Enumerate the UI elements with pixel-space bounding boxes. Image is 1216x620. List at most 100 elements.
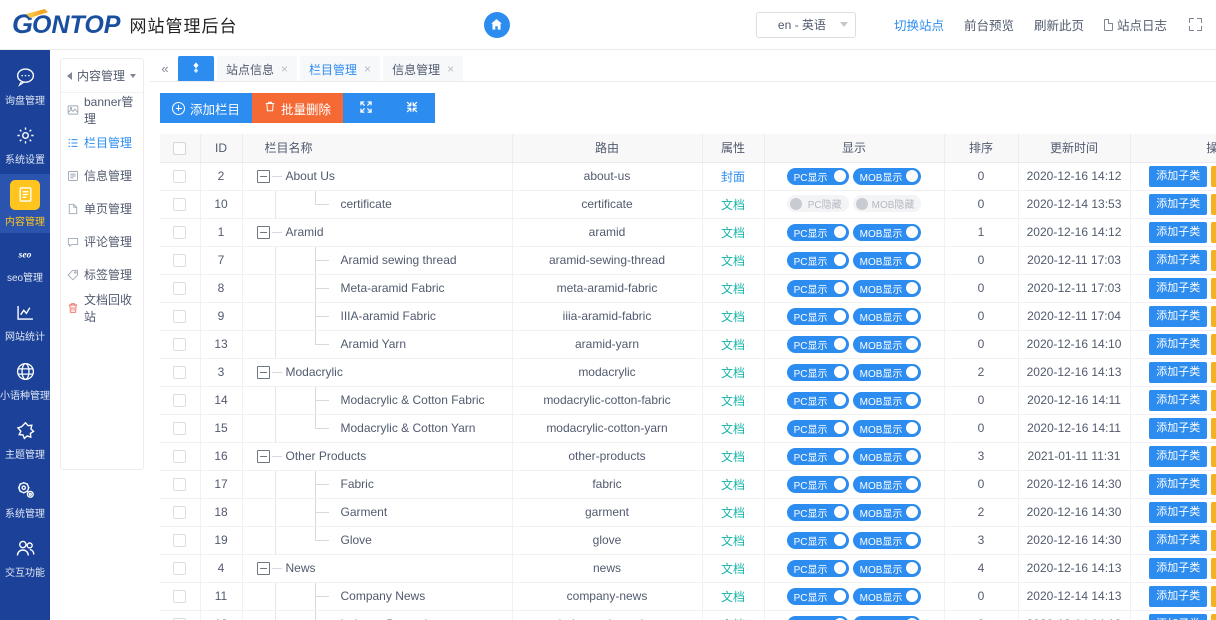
table-row[interactable]: 18 Garment garment 文档 PC显示 MOB显示 2 2020-12-16 1… [160,498,1216,527]
table-row[interactable]: 12Industry Dynamicsindustry-dynamics文档PC… [160,610,1216,620]
row-attribute[interactable]: 文档 [702,246,765,275]
row-sort[interactable]: 2 [944,358,1019,387]
add-child-button[interactable]: 添加子类 [1149,333,1208,355]
mob-display-toggle[interactable]: MOB显示 [852,251,922,269]
edit-button[interactable]: 编辑 [1211,305,1216,327]
row-checkbox[interactable] [173,310,187,324]
subnav-item-banner[interactable]: banner管理 [61,93,143,126]
collapse-left-icon[interactable]: « [155,54,175,82]
add-child-button[interactable]: 添加子类 [1149,165,1208,187]
row-expand-toggle[interactable] [256,449,270,463]
batch-delete-button[interactable]: 批量删除 [252,93,344,123]
edit-button[interactable]: 编辑 [1211,529,1216,551]
pc-display-toggle[interactable]: PC显示 [786,475,849,493]
tab-info-management[interactable]: 信息管理 × [383,56,464,82]
table-row[interactable]: 14 Modacrylic & Cotton Fabric modacrylic-c… [160,386,1216,415]
edit-button[interactable]: 编辑 [1211,585,1216,607]
preview-link[interactable]: 前台预览 [964,15,1014,34]
row-sort[interactable]: 3 [944,526,1019,555]
row-checkbox[interactable] [173,282,187,296]
refresh-link[interactable]: 刷新此页 [1034,15,1084,34]
sidebar-item-interaction[interactable]: 交互功能 [0,528,50,587]
subnav-item-comment[interactable]: 评论管理 [61,225,143,258]
row-attribute[interactable]: 文档 [702,554,765,583]
row-attribute[interactable]: 文档 [702,218,765,247]
pc-display-toggle[interactable]: PC显示 [786,223,849,241]
row-checkbox[interactable] [173,450,187,464]
mob-display-toggle[interactable]: MOB显示 [852,223,922,241]
row-checkbox[interactable] [173,590,187,604]
sidebar-item-languages[interactable]: 小语种管理 [0,351,50,410]
edit-button[interactable]: 编辑 [1211,417,1216,439]
row-attribute[interactable]: 文档 [702,610,765,620]
pc-display-toggle[interactable]: PC显示 [786,391,849,409]
row-attribute[interactable]: 文档 [702,526,765,555]
header-id[interactable]: ID [200,134,243,163]
pc-display-toggle[interactable]: PC显示 [786,363,849,381]
row-sort[interactable]: 0 [944,246,1019,275]
row-attribute[interactable]: 封面 [702,162,765,191]
mob-display-toggle[interactable]: MOB显示 [852,279,922,297]
table-row[interactable]: 7 Aramid sewing thread aramid-sewing-threa… [160,246,1216,275]
row-sort[interactable]: 0 [944,610,1019,620]
mob-display-toggle[interactable]: MOB显示 [852,447,922,465]
sidebar-item-seo[interactable]: seo seo管理 [0,233,50,292]
mob-display-toggle[interactable]: MOB显示 [852,391,922,409]
table-row[interactable]: 13 Aramid Yarn aramid-yarn 文档 PC显示 MOB显示 0 2020… [160,330,1216,359]
edit-button[interactable]: 编辑 [1211,193,1216,215]
tab-home[interactable] [178,56,214,82]
row-attribute[interactable]: 文档 [702,358,765,387]
row-checkbox[interactable] [173,366,187,380]
row-sort[interactable]: 2 [944,498,1019,527]
mob-display-toggle[interactable]: MOB显示 [852,503,922,521]
logo[interactable]: G ONTOP 网站管理后台 [0,0,237,50]
subnav-item-tag[interactable]: 标签管理 [61,258,143,291]
table-row[interactable]: 10 certificate certificate 文档 PC隐藏 MOB隐藏 0 2020… [160,190,1216,219]
pc-display-toggle[interactable]: PC显示 [786,531,849,549]
header-sort[interactable]: 排序 [944,134,1019,163]
language-select[interactable]: en - 英语 [755,11,856,38]
row-checkbox[interactable] [173,198,187,212]
tab-column-management[interactable]: 栏目管理 × [300,56,381,82]
sidebar-item-inquiry[interactable]: 询盘管理 [0,56,50,115]
row-attribute[interactable]: 文档 [702,274,765,303]
mob-display-toggle[interactable]: MOB显示 [852,531,922,549]
pc-display-toggle[interactable]: PC显示 [786,419,849,437]
mob-display-toggle[interactable]: MOB显示 [852,167,922,185]
tab-site-info[interactable]: 站点信息 × [217,56,298,82]
fullscreen-icon[interactable] [1189,18,1202,31]
table-row[interactable]: 19 Glove glove 文档 PC显示 MOB显示 3 2020-12-16 14:30… [160,526,1216,555]
edit-button[interactable]: 编辑 [1211,249,1216,271]
edit-button[interactable]: 编辑 [1211,501,1216,523]
table-row[interactable]: 2 About Us about-us 封面 PC显示 MOB显示 0 2020-12-16 … [160,162,1216,191]
select-all-checkbox[interactable] [173,141,187,155]
pc-display-toggle[interactable]: PC显示 [786,335,849,353]
chevron-down-icon[interactable] [130,73,137,78]
add-child-button[interactable]: 添加子类 [1149,389,1208,411]
row-sort[interactable]: 1 [944,218,1019,247]
add-child-button[interactable]: 添加子类 [1149,473,1208,495]
pc-display-toggle[interactable]: PC显示 [786,251,849,269]
add-child-button[interactable]: 添加子类 [1149,557,1208,579]
pc-display-toggle[interactable]: PC显示 [786,279,849,297]
row-attribute[interactable]: 文档 [702,386,765,415]
pc-display-toggle[interactable]: PC显示 [786,307,849,325]
pc-display-toggle[interactable]: PC显示 [786,587,849,605]
add-child-button[interactable]: 添加子类 [1149,613,1208,620]
mob-display-toggle[interactable]: MOB显示 [852,615,922,620]
add-child-button[interactable]: 添加子类 [1149,193,1208,215]
row-checkbox[interactable] [173,170,187,184]
add-child-button[interactable]: 添加子类 [1149,305,1208,327]
table-row[interactable]: 1 Aramid aramid 文档 PC显示 MOB显示 1 2020-12-16 14:1… [160,218,1216,247]
sidebar-item-theme[interactable]: 主题管理 [0,410,50,469]
header-name[interactable]: 栏目名称 [242,134,513,163]
row-checkbox[interactable] [173,226,187,240]
header-route[interactable]: 路由 [512,134,703,163]
edit-button[interactable]: 编辑 [1211,221,1216,243]
edit-button[interactable]: 编辑 [1211,361,1216,383]
row-checkbox[interactable] [173,394,187,408]
add-child-button[interactable]: 添加子类 [1149,529,1208,551]
header-update-time[interactable]: 更新时间 [1018,134,1131,163]
close-icon[interactable]: × [281,63,288,75]
mob-display-toggle[interactable]: MOB显示 [852,475,922,493]
